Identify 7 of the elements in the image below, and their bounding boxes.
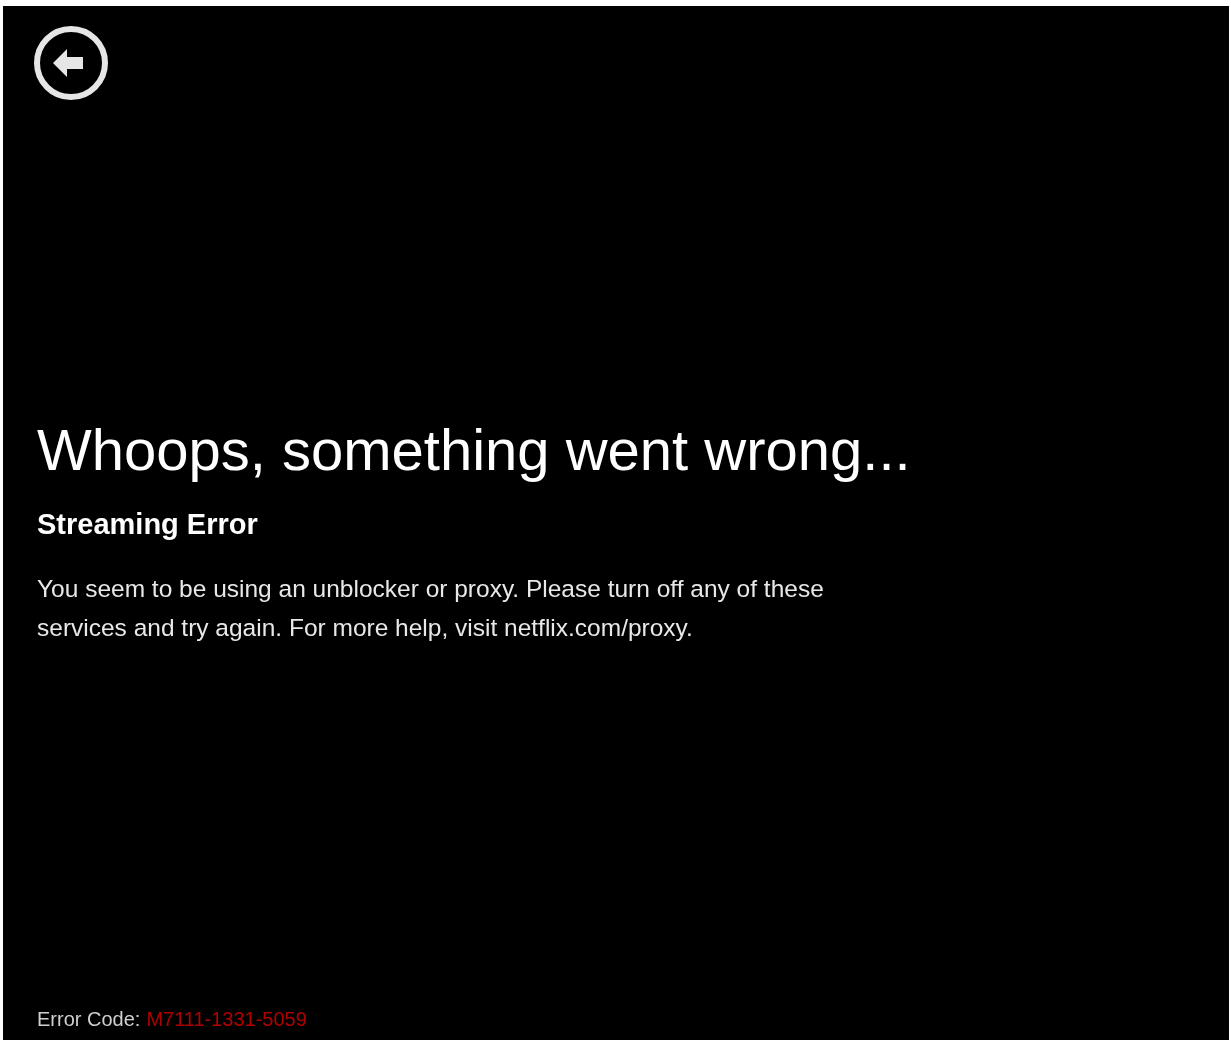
back-icon [33,25,109,101]
error-code: M7111-1331-5059 [146,1007,307,1032]
error-subtitle: Streaming Error [37,507,259,542]
error-code-label: Error Code: [37,1007,141,1032]
error-message: You seem to be using an unblocker or proxy. Please turn off any of these services and try again. For more help, visit netflix.com/proxy. [37,574,825,643]
back-button[interactable] [33,25,109,101]
error-heading: Whoops, something went wrong... [37,416,912,484]
